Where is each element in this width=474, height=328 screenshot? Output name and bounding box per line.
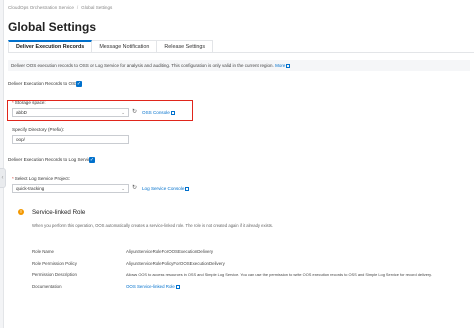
warning-icon: ! bbox=[18, 209, 24, 215]
role-name-value: AliyunServiceRoleForOOSExecutionDelivery bbox=[126, 249, 214, 254]
role-title: Service-linked Role bbox=[32, 209, 86, 216]
breadcrumb: CloudOps Orchestration Service / Global Se… bbox=[8, 5, 112, 10]
external-link-icon bbox=[175, 284, 180, 289]
chevron-down-icon: ⌄ bbox=[121, 186, 125, 191]
documentation-link-text: OOS Service-linked Role bbox=[126, 284, 175, 289]
banner-more-link[interactable]: More bbox=[275, 63, 285, 68]
oss-delivery-label: Deliver Execution Records to OSS: bbox=[8, 81, 80, 86]
refresh-icon[interactable]: ↻ bbox=[132, 184, 137, 191]
banner-text: Deliver OOS execution records to OSS or … bbox=[11, 63, 274, 68]
page-title: Global Settings bbox=[8, 20, 97, 34]
external-link-icon bbox=[185, 186, 190, 191]
sls-delivery-label: Deliver Execution Records to Log Service… bbox=[8, 157, 95, 162]
breadcrumb-item-service[interactable]: CloudOps Orchestration Service bbox=[8, 5, 74, 10]
breadcrumb-separator: / bbox=[76, 5, 79, 10]
breadcrumb-item-current: Global Settings bbox=[81, 5, 113, 10]
tab-divider bbox=[8, 52, 474, 53]
sls-delivery-checkbox[interactable]: ✓ bbox=[89, 157, 95, 163]
sls-console-link[interactable]: Log Service Console bbox=[142, 186, 190, 191]
role-description: When you perform this operation, OOS aut… bbox=[32, 223, 274, 228]
permission-description-value: Allows OOS to access resources in OSS an… bbox=[126, 272, 432, 277]
external-link-icon bbox=[286, 63, 291, 68]
sls-project-label-text: Select Log Service Project: bbox=[14, 176, 70, 181]
left-rail bbox=[0, 0, 4, 328]
directory-input[interactable]: oop/ bbox=[12, 135, 129, 144]
documentation-link[interactable]: OOS Service-linked Role bbox=[126, 284, 180, 289]
role-policy-key: Role Permission Policy bbox=[32, 261, 77, 266]
required-mark: * bbox=[12, 176, 14, 181]
collapse-handle[interactable]: ‹ bbox=[0, 168, 6, 188]
permission-description-key: Permission Description bbox=[32, 272, 77, 277]
sls-project-label: *Select Log Service Project: bbox=[12, 176, 70, 181]
role-name-key: Role Name bbox=[32, 249, 54, 254]
sls-project-select[interactable]: quick-tracking ⌄ bbox=[12, 184, 129, 193]
documentation-key: Documentation bbox=[32, 284, 62, 289]
role-policy-value: AliyunServiceRolePolicyForOOSExecutionDe… bbox=[126, 261, 225, 266]
sls-console-link-text: Log Service Console bbox=[142, 186, 185, 191]
directory-label: Specify Directory (Prefix): bbox=[12, 127, 65, 132]
sls-project-value: quick-tracking bbox=[16, 186, 45, 191]
info-banner: Deliver OOS execution records to OSS or … bbox=[8, 60, 470, 71]
oss-delivery-checkbox[interactable]: ✓ bbox=[76, 81, 82, 87]
highlight-box bbox=[7, 100, 193, 121]
